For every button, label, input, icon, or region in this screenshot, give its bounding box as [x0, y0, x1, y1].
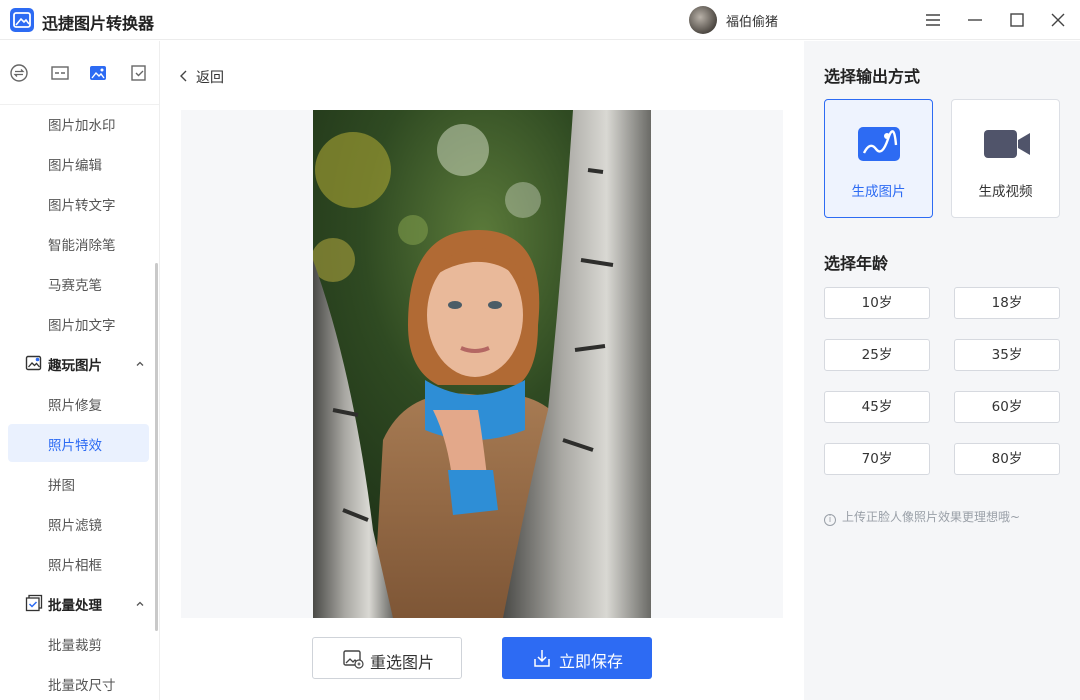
age-option-70[interactable]: 70岁	[824, 443, 930, 475]
portrait-photo	[313, 110, 651, 618]
age-option-80[interactable]: 80岁	[954, 443, 1060, 475]
image-icon[interactable]	[88, 63, 108, 83]
chevron-up-icon	[135, 597, 145, 607]
age-option-45[interactable]: 45岁	[824, 391, 930, 423]
menu-icon[interactable]	[921, 8, 945, 32]
sidebar-tabs	[0, 41, 159, 105]
checklist-icon[interactable]	[129, 63, 149, 83]
reselect-image-button[interactable]: 重选图片	[312, 637, 462, 679]
output-mode-title: 选择输出方式	[824, 67, 921, 86]
close-icon[interactable]	[1046, 8, 1070, 32]
options-panel: 选择输出方式 生成图片 生成视频 选择年龄 10岁 18岁 25岁 35岁 45…	[804, 41, 1080, 700]
sidebar-item-collage[interactable]: 拼图	[8, 464, 149, 502]
age-title: 选择年龄	[824, 254, 889, 273]
age-option-35[interactable]: 35岁	[954, 339, 1060, 371]
generate-image-option[interactable]: 生成图片	[824, 99, 933, 218]
sidebar-group-batch[interactable]: 批量处理	[8, 584, 149, 622]
sidebar-item-photo-frame[interactable]: 照片相框	[8, 544, 149, 582]
sidebar-item-photo-filter[interactable]: 照片滤镜	[8, 504, 149, 542]
fun-image-icon	[25, 354, 43, 372]
sidebar-item-photo-effects[interactable]: 照片特效	[8, 424, 149, 462]
convert-icon[interactable]	[9, 63, 29, 83]
app-logo-icon	[10, 8, 34, 32]
sidebar-item-smart-eraser[interactable]: 智能消除笔	[8, 224, 149, 262]
image-icon	[857, 125, 901, 163]
download-icon	[531, 647, 553, 669]
info-icon: i	[824, 514, 836, 526]
sidebar-item-image-to-text[interactable]: 图片转文字	[8, 184, 149, 222]
user-name[interactable]: 福伯偷猪	[726, 11, 778, 30]
save-button[interactable]: 立即保存	[502, 637, 652, 679]
video-icon	[984, 125, 1030, 163]
age-option-25[interactable]: 25岁	[824, 339, 930, 371]
age-option-18[interactable]: 18岁	[954, 287, 1060, 319]
sidebar-group-fun[interactable]: 趣玩图片	[8, 344, 149, 382]
generate-video-option[interactable]: 生成视频	[951, 99, 1060, 218]
age-option-60[interactable]: 60岁	[954, 391, 1060, 423]
sidebar-item-add-text[interactable]: 图片加文字	[8, 304, 149, 342]
batch-icon	[25, 594, 43, 612]
sidebar-item-watermark[interactable]: 图片加水印	[8, 104, 149, 142]
maximize-icon[interactable]	[1005, 8, 1029, 32]
chevron-up-icon	[135, 357, 145, 367]
compress-icon[interactable]	[50, 63, 70, 83]
sidebar-item-batch-resize[interactable]: 批量改尺寸	[8, 664, 149, 700]
age-option-10[interactable]: 10岁	[824, 287, 930, 319]
upload-hint: i 上传正脸人像照片效果更理想哦~	[824, 508, 1020, 526]
chevron-left-icon	[180, 70, 187, 82]
sidebar-scrollbar[interactable]	[155, 263, 158, 631]
minimize-icon[interactable]	[963, 8, 987, 32]
app-title: 迅捷图片转换器	[42, 14, 155, 33]
sidebar: 图片加水印 图片编辑 图片转文字 智能消除笔 马赛克笔 图片加文字 趣玩图片 照…	[0, 41, 160, 700]
image-preview	[181, 110, 783, 618]
sidebar-item-photo-repair[interactable]: 照片修复	[8, 384, 149, 422]
sidebar-item-mosaic-pen[interactable]: 马赛克笔	[8, 264, 149, 302]
sidebar-item-batch-crop[interactable]: 批量裁剪	[8, 624, 149, 662]
user-avatar[interactable]	[689, 6, 717, 34]
title-bar: 迅捷图片转换器 福伯偷猪	[0, 0, 1080, 40]
main-content: 返回 重选图片 立即保存	[161, 41, 804, 700]
reselect-image-icon	[342, 648, 364, 670]
sidebar-item-image-edit[interactable]: 图片编辑	[8, 144, 149, 182]
